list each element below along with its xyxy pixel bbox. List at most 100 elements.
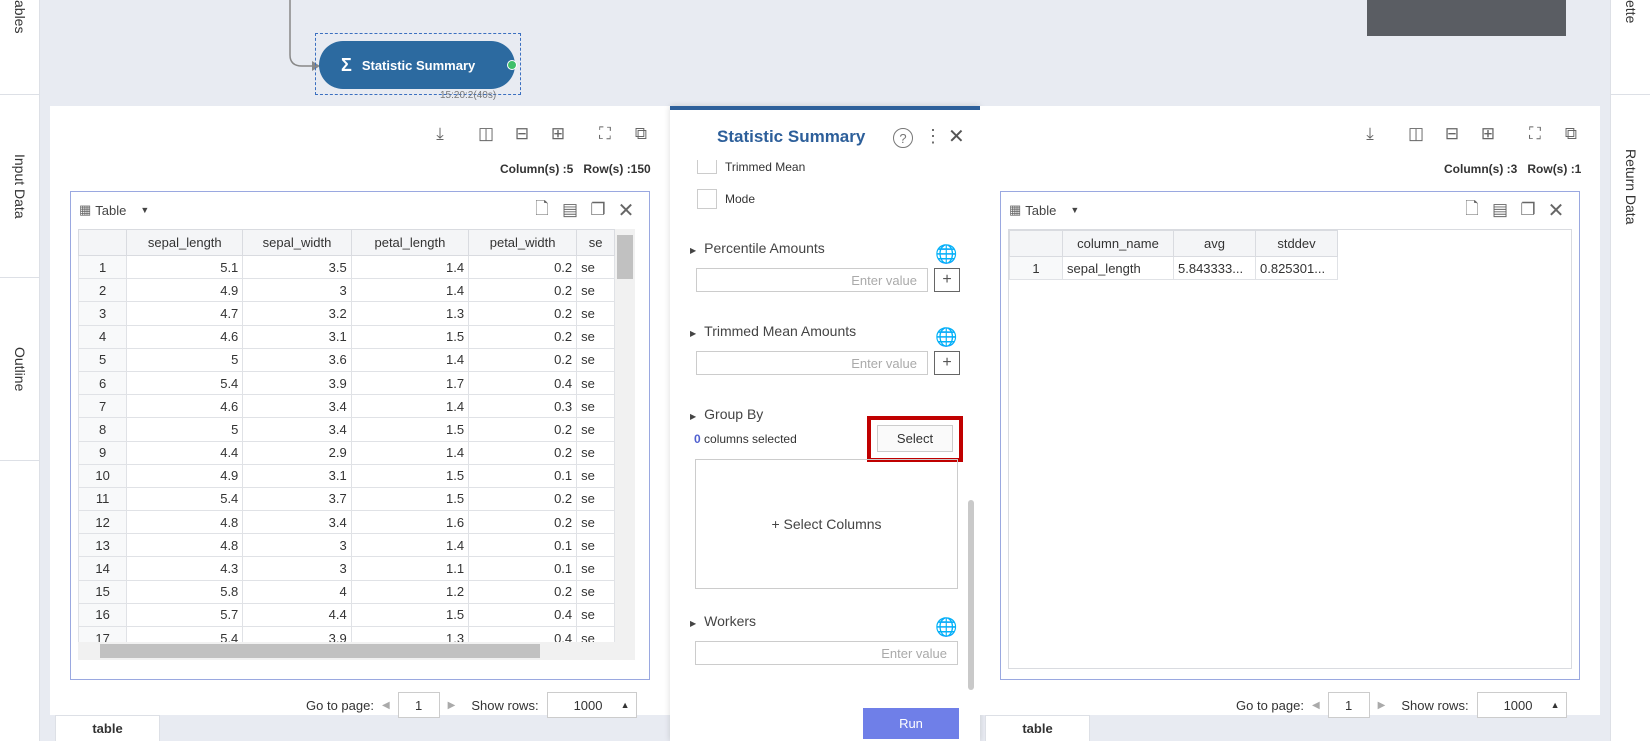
table-cell[interactable]: 0.2 — [468, 347, 578, 372]
column-header[interactable]: petal_width — [468, 229, 578, 256]
select-button[interactable]: Select — [877, 425, 953, 452]
add-trimmed-button[interactable]: + — [934, 351, 960, 375]
table-cell[interactable]: 1.3 — [350, 301, 470, 326]
table-cell[interactable]: 5 — [126, 417, 244, 442]
globe-icon[interactable]: 🌐 — [935, 327, 957, 348]
row-index[interactable]: 11 — [78, 486, 128, 512]
row-index[interactable]: 2 — [78, 278, 128, 303]
table-row[interactable]: 5 5 3.6 1.4 0.2 se — [78, 347, 615, 372]
row-index[interactable]: 6 — [78, 370, 128, 396]
table-cell[interactable]: se — [576, 254, 615, 280]
statistic-summary-node[interactable]: Σ Statistic Summary — [319, 41, 515, 89]
split-vertical-icon[interactable]: ◫ — [1405, 123, 1427, 145]
table-cell[interactable]: 3 — [242, 278, 352, 303]
table-row[interactable]: 3 4.7 3.2 1.3 0.2 se — [78, 301, 615, 326]
table-cell[interactable]: se — [576, 579, 615, 604]
table-cell[interactable]: 1.7 — [350, 370, 470, 396]
checkbox[interactable] — [697, 160, 717, 174]
table-cell[interactable]: se — [576, 602, 615, 628]
table-cell[interactable]: 0.1 — [468, 556, 578, 581]
scrollbar-thumb[interactable] — [100, 644, 540, 658]
next-page-icon[interactable]: ▶ — [1378, 700, 1386, 711]
input-footer-tab[interactable]: table — [55, 715, 160, 741]
table-row[interactable]: 11 5.4 3.7 1.5 0.2 se — [78, 486, 615, 512]
table-cell[interactable]: 0.2 — [468, 254, 578, 280]
table-cell[interactable]: 4.7 — [126, 301, 244, 326]
table-cell[interactable]: 3.1 — [242, 324, 352, 349]
table-cell[interactable]: se — [576, 486, 615, 512]
option-mode[interactable]: Mode — [697, 189, 755, 209]
add-percentile-button[interactable]: + — [934, 268, 960, 292]
table-cell[interactable]: 1.1 — [350, 556, 470, 581]
close-icon[interactable]: ✕ — [948, 124, 965, 149]
prev-page-icon[interactable]: ◀ — [1312, 700, 1320, 711]
table-cell[interactable]: 1.5 — [350, 602, 470, 628]
table-cell[interactable]: 1.4 — [350, 278, 470, 303]
table-row[interactable]: 7 4.6 3.4 1.4 0.3 se — [78, 394, 615, 419]
table-cell[interactable]: 1.6 — [350, 510, 470, 535]
split-horizontal-icon[interactable]: ⊟ — [1441, 123, 1463, 145]
group-by-section[interactable]: ▶ Group By — [690, 406, 763, 422]
table-row[interactable]: 10 4.9 3.1 1.5 0.1 se — [78, 463, 615, 488]
table-cell[interactable]: 4.9 — [126, 278, 244, 303]
show-rows-select[interactable]: 1000 ▲ — [1476, 692, 1567, 718]
table-cell[interactable]: 1.5 — [350, 417, 470, 442]
table-cell[interactable]: 3.4 — [242, 394, 352, 419]
table-cell[interactable]: se — [576, 625, 615, 642]
horizontal-scrollbar[interactable] — [78, 642, 635, 660]
output-footer-tab[interactable]: table — [985, 715, 1090, 741]
table-cell[interactable]: 4.6 — [126, 394, 244, 419]
output-table-viewport[interactable]: column_name avg stddev 1 sepal_length 5.8433… — [1008, 229, 1572, 669]
table-cell[interactable]: 4.3 — [126, 556, 244, 581]
node-output-port[interactable] — [507, 60, 517, 70]
table-cell[interactable]: 0.2 — [468, 324, 578, 349]
column-header[interactable]: sepal_width — [242, 229, 352, 256]
row-index[interactable]: 8 — [78, 417, 128, 442]
vertical-scrollbar[interactable] — [968, 500, 974, 690]
column-header[interactable]: sepal_length — [126, 229, 244, 256]
table-cell[interactable]: se — [576, 440, 615, 465]
page-input[interactable]: 1 — [397, 692, 440, 718]
row-index[interactable]: 12 — [78, 510, 128, 535]
grid-view-icon[interactable]: ⊞ — [1477, 123, 1499, 145]
next-page-icon[interactable]: ▶ — [448, 700, 456, 711]
table-cell[interactable]: 1.2 — [350, 579, 470, 604]
row-index[interactable]: 1 — [78, 254, 128, 280]
table-cell[interactable]: 3.1 — [242, 463, 352, 488]
table-cell[interactable]: 0.2 — [468, 510, 578, 535]
table-cell[interactable]: 3 — [242, 533, 352, 558]
table-cell[interactable]: 0.2 — [468, 486, 578, 512]
table-cell[interactable]: 3.5 — [242, 254, 352, 280]
more-options-icon[interactable]: ⋮ — [924, 126, 942, 147]
trimmed-section[interactable]: ▶ Trimmed Mean Amounts — [690, 323, 856, 339]
table-row[interactable]: 6 5.4 3.9 1.7 0.4 se — [78, 370, 615, 396]
input-table-viewport[interactable]: sepal_length sepal_width petal_length petal… — [78, 229, 615, 642]
table-cell[interactable]: 3.4 — [242, 510, 352, 535]
table-cell[interactable]: 3 — [242, 556, 352, 581]
row-index[interactable]: 7 — [78, 394, 128, 419]
row-index[interactable]: 9 — [78, 440, 128, 465]
table-cell[interactable]: 5.843333... — [1173, 255, 1256, 281]
table-row[interactable]: 9 4.4 2.9 1.4 0.2 se — [78, 440, 615, 465]
table-cell[interactable]: 1.5 — [350, 486, 470, 512]
column-header[interactable]: se — [576, 229, 615, 256]
sidebar-tab-return-data[interactable]: Return Data — [1611, 95, 1650, 278]
table-cell[interactable]: se — [576, 301, 615, 326]
sheet-settings-icon[interactable]: ▤ — [559, 199, 581, 221]
table-cell[interactable]: 1.3 — [350, 625, 470, 642]
table-cell[interactable]: sepal_length — [1062, 255, 1174, 281]
table-cell[interactable]: 0.1 — [468, 533, 578, 558]
table-cell[interactable]: 1.4 — [350, 347, 470, 372]
table-cell[interactable]: 5.4 — [126, 486, 244, 512]
table-cell[interactable]: 4 — [242, 579, 352, 604]
fullscreen-icon[interactable]: ⛶ — [1524, 123, 1546, 145]
table-cell[interactable]: 0.4 — [468, 370, 578, 396]
scrollbar-thumb[interactable] — [617, 235, 633, 279]
table-cell[interactable]: 4.8 — [126, 533, 244, 558]
percentile-input[interactable]: Enter value — [696, 268, 928, 292]
table-cell[interactable]: se — [576, 394, 615, 419]
table-cell[interactable]: 0.4 — [468, 602, 578, 628]
close-icon[interactable]: ✕ — [615, 199, 637, 222]
table-cell[interactable]: 5.7 — [126, 602, 244, 628]
column-header[interactable]: avg — [1173, 230, 1256, 257]
